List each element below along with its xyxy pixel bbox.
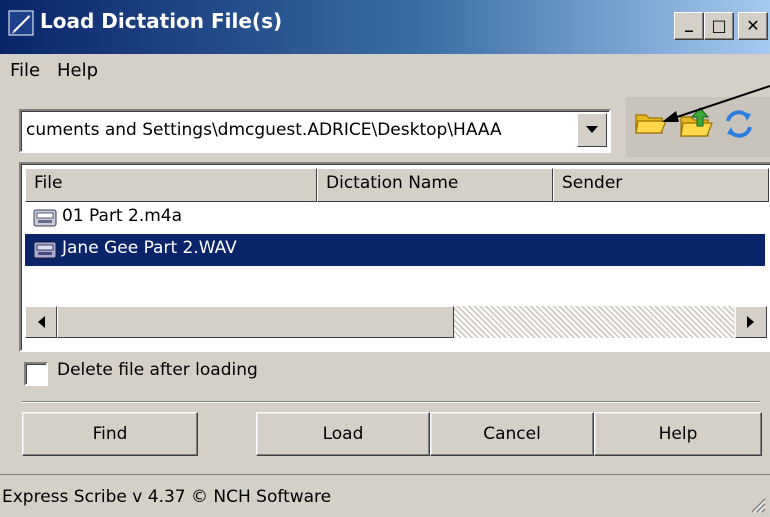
combo-dropdown-button[interactable] [577,113,607,147]
file-name: 01 Part 2.m4a [62,206,183,226]
title-bar[interactable]: Load Dictation File(s) _ □ ✕ [0,0,770,54]
refresh-icon[interactable] [722,108,756,140]
file-row[interactable]: 01 Part 2.m4a [25,202,765,234]
maximize-button[interactable]: □ [704,12,734,40]
window-title: Load Dictation File(s) [40,9,283,33]
audio-file-icon [33,209,57,227]
close-icon: ✕ [746,16,760,35]
status-text: Express Scribe v 4.37 © NCH Software [2,487,332,507]
column-header-sender[interactable]: Sender [553,168,769,202]
upload-icon[interactable] [678,106,714,140]
minimize-button[interactable]: _ [674,12,704,40]
scroll-track[interactable] [454,306,734,338]
resize-grip-icon[interactable] [746,493,766,513]
arrow-left-icon [38,316,45,328]
minimize-icon: _ [685,13,693,32]
scroll-thumb[interactable] [57,306,454,338]
open-folder-icon[interactable] [634,108,668,138]
load-button[interactable]: Load [256,412,430,456]
close-button[interactable]: ✕ [738,12,768,40]
delete-after-loading-label[interactable]: Delete file after loading [57,360,258,380]
path-value: cuments and Settings\dmcguest.ADRICE\Des… [26,120,502,140]
path-combo[interactable]: cuments and Settings\dmcguest.ADRICE\Des… [19,109,611,153]
scroll-left-button[interactable] [25,306,57,338]
horizontal-scrollbar[interactable] [25,306,767,338]
file-name: Jane Gee Part 2.WAV [62,238,237,258]
file-row-selected[interactable]: Jane Gee Part 2.WAV [25,234,765,266]
find-button[interactable]: Find [22,412,198,456]
delete-after-loading-checkbox[interactable] [24,362,48,386]
audio-file-icon [33,241,57,259]
chevron-down-icon [586,126,598,133]
column-header-dictation-name[interactable]: Dictation Name [317,168,553,202]
file-list[interactable]: File Dictation Name Sender 01 Part 2.m4a… [19,162,770,352]
menu-help[interactable]: Help [57,60,98,81]
help-button[interactable]: Help [594,412,762,456]
arrow-right-icon [747,316,754,328]
separator [22,401,760,403]
menu-file[interactable]: File [10,60,40,81]
status-bar: Express Scribe v 4.37 © NCH Software [0,474,770,517]
app-icon [8,10,34,36]
cancel-button[interactable]: Cancel [430,412,594,456]
maximize-icon: □ [711,16,727,35]
column-header-file[interactable]: File [25,168,317,202]
scroll-right-button[interactable] [735,306,767,338]
